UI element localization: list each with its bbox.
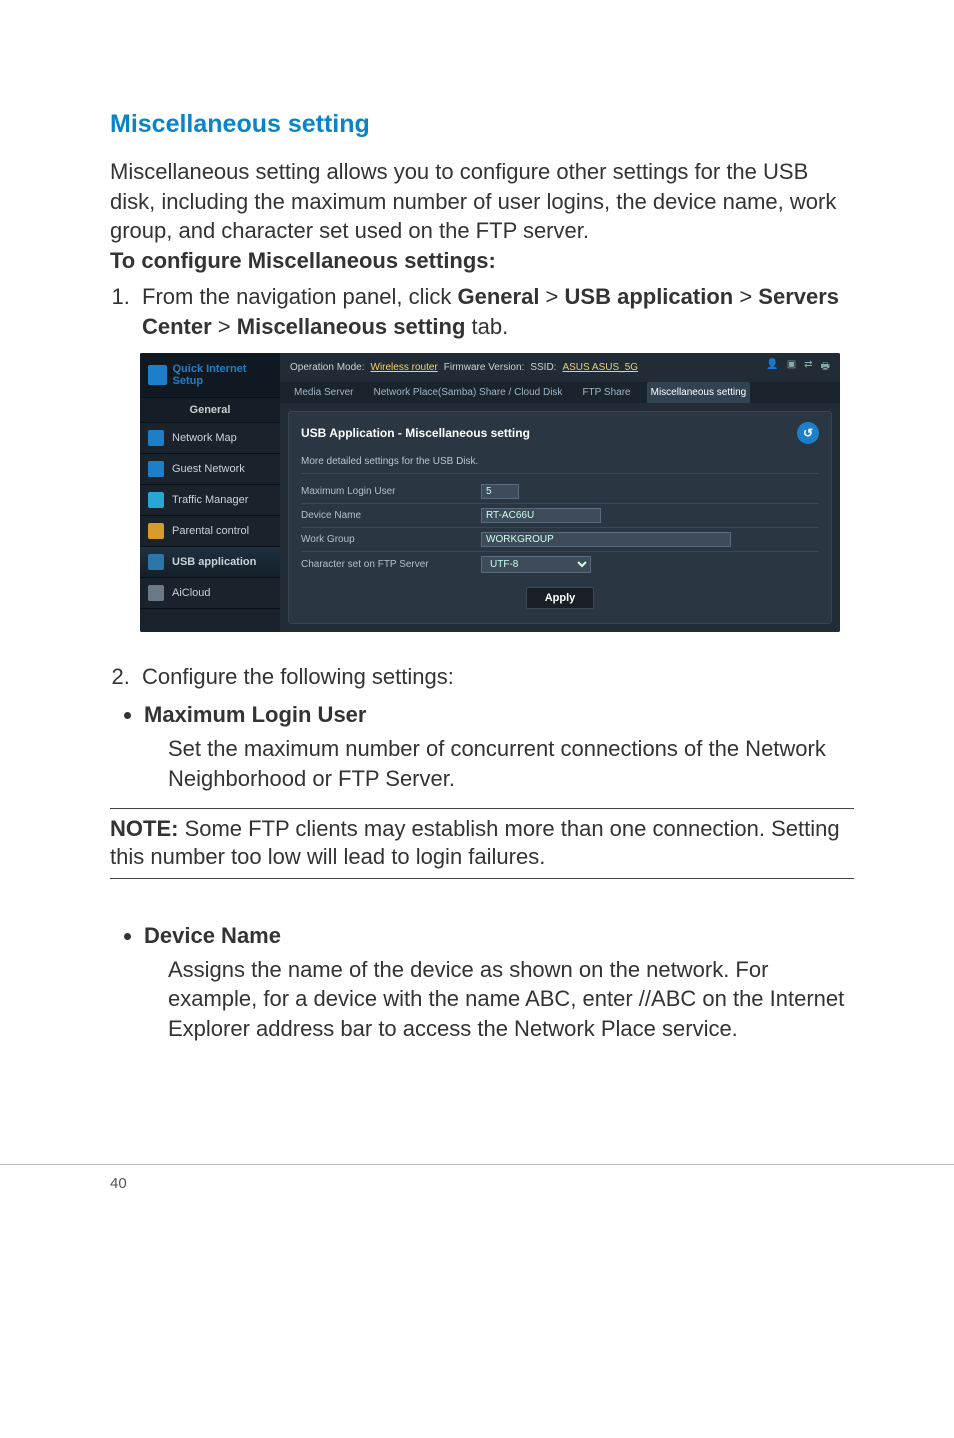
tab-network-place[interactable]: Network Place(Samba) Share / Cloud Disk [369,382,566,403]
ssid-label: SSID: [530,362,556,373]
tab-ftp-share[interactable]: FTP Share [578,382,634,403]
section-title: Miscellaneous setting [110,110,854,139]
step1-usb: USB application [565,284,734,309]
usb-icon [148,554,164,570]
input-work-group[interactable] [481,532,731,547]
label-max-login: Maximum Login User [301,486,481,497]
intro-paragraph: Miscellaneous setting allows you to conf… [110,157,854,246]
step1-general: General [458,284,540,309]
note-box: NOTE: Some FTP clients may establish mor… [110,808,854,879]
step1-prefix: From the navigation panel, click [142,284,458,309]
step-1: From the navigation panel, click General… [136,282,854,341]
sidebar-item-label: Traffic Manager [172,494,248,506]
sidebar-item-network-map[interactable]: Network Map [140,423,280,454]
panel-title: USB Application - Miscellaneous setting [301,426,530,440]
step1-tab-suffix: tab. [465,314,508,339]
traffic-icon [148,492,164,508]
bullet-max-login-user: Maximum Login User [144,702,854,728]
printer-icon[interactable]: 🖶 [821,359,830,376]
note-label: NOTE: [110,816,178,841]
sidebar-item-usb-application[interactable]: USB application [140,547,280,578]
step1-sep2: > [733,284,758,309]
sidebar-item-guest-network[interactable]: Guest Network [140,454,280,485]
qis-label: Quick Internet Setup [173,363,273,387]
apply-button[interactable]: Apply [526,587,595,609]
op-mode-label: Operation Mode: [290,362,365,373]
wan-icon[interactable]: ⇄ [804,359,812,376]
page-number: 40 [110,1175,127,1192]
sidebar-item-traffic-manager[interactable]: Traffic Manager [140,485,280,516]
sidebar-item-parental-control[interactable]: Parental control [140,516,280,547]
step1-misc: Miscellaneous setting [237,314,466,339]
bullet-device-name-desc: Assigns the name of the device as shown … [168,955,854,1044]
lock-icon [148,523,164,539]
router-screenshot: Quick Internet Setup General Network Map… [140,353,840,632]
quick-internet-setup[interactable]: Quick Internet Setup [140,353,280,398]
user-icon[interactable]: 👤 [766,359,778,376]
step1-sep1: > [539,284,564,309]
fw-label: Firmware Version: [444,362,525,373]
sidebar-item-label: AiCloud [172,587,211,599]
label-charset: Character set on FTP Server [301,559,481,570]
select-charset[interactable]: UTF-8 [481,556,591,573]
op-mode-value[interactable]: Wireless router [371,362,438,373]
qis-icon [148,365,167,385]
cloud-icon [148,585,164,601]
sidebar-item-label: Network Map [172,432,237,444]
input-device-name[interactable] [481,508,601,523]
sidebar-item-aicloud[interactable]: AiCloud [140,578,280,609]
label-device-name: Device Name [301,510,481,521]
tab-media-server[interactable]: Media Server [290,382,357,403]
panel-subtitle: More detailed settings for the USB Disk. [301,456,819,474]
ssid-value[interactable]: ASUS ASUS_5G [562,362,638,373]
sidebar-item-label: Guest Network [172,463,245,475]
input-max-login[interactable] [481,484,519,499]
note-text: Some FTP clients may establish more than… [110,816,840,870]
sidebar-item-label: Parental control [172,525,249,537]
guest-network-icon [148,461,164,477]
sidebar-item-label: USB application [172,556,256,568]
usb-status-icon[interactable]: ▣ [787,359,796,376]
tab-misc-setting[interactable]: Miscellaneous setting [647,382,751,403]
bullet-device-name: Device Name [144,923,854,949]
bullet-max-login-desc: Set the maximum number of concurrent con… [168,734,854,793]
network-map-icon [148,430,164,446]
step1-sep3: > [212,314,237,339]
label-work-group: Work Group [301,534,481,545]
step-2: Configure the following settings: [136,662,854,692]
configure-heading: To configure Miscellaneous settings: [110,248,854,274]
sidebar-header-general: General [140,398,280,423]
back-button[interactable]: ↺ [797,422,819,444]
